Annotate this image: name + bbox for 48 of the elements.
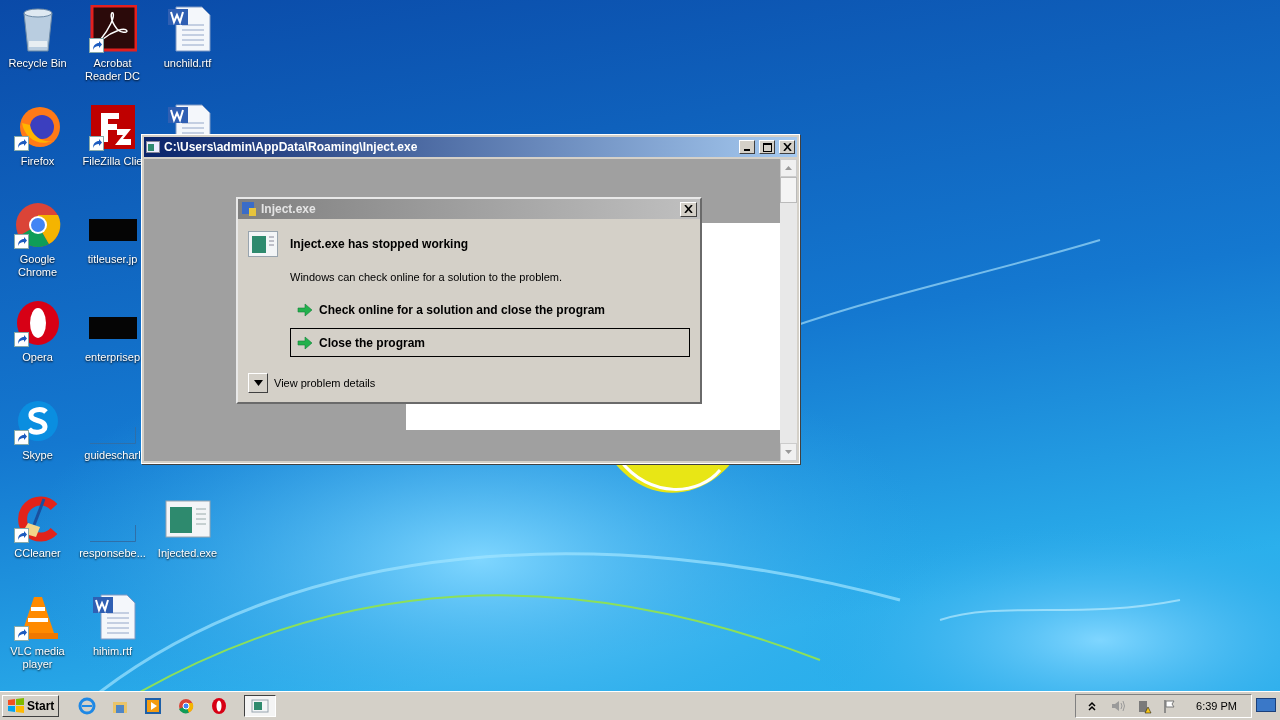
details-label: View problem details <box>274 377 376 389</box>
windows-flag-icon <box>7 698 25 714</box>
dialog-message: Windows can check online for a solution to the problem. <box>290 271 564 283</box>
clock[interactable]: 6:39 PM <box>1196 700 1237 712</box>
maximize-icon <box>762 142 772 152</box>
vertical-scrollbar[interactable] <box>780 159 797 461</box>
icon-label: hihim.rtf <box>91 645 134 658</box>
triangle-down-icon <box>253 380 263 386</box>
scroll-thumb[interactable] <box>780 177 797 203</box>
icon-label: guidescharl <box>83 449 142 462</box>
minimize-button[interactable] <box>739 140 755 154</box>
scroll-up-icon <box>785 166 792 170</box>
program-window-icon <box>248 231 278 257</box>
icon-label: FileZilla Clie <box>81 155 144 168</box>
icon-label: CCleaner <box>13 547 62 560</box>
taskbar-button[interactable] <box>244 695 277 717</box>
icon-label: titleuser.jp <box>86 253 139 266</box>
scroll-down-icon <box>785 450 792 454</box>
icon-label: unchild.rtf <box>162 57 213 70</box>
close-button[interactable] <box>680 201 697 217</box>
icon-label: enterprisep <box>83 351 141 364</box>
window-title: C:\Users\admin\AppData\Roaming\Inject.exe <box>164 140 419 154</box>
icon-label: VLC media player <box>9 645 66 671</box>
close-button[interactable] <box>779 140 795 154</box>
close-icon <box>782 143 792 151</box>
program-shield-icon <box>241 201 257 217</box>
monitor-icon <box>1256 698 1276 712</box>
dialog-title: Inject.exe <box>261 202 317 216</box>
program-window-icon <box>251 697 270 715</box>
command-link[interactable]: Check online for a solution and close the program <box>290 295 690 324</box>
details-toggle-button[interactable] <box>248 373 268 393</box>
command-link[interactable]: Close the program <box>290 328 690 357</box>
arrow-right-icon <box>297 302 313 317</box>
icon-label: Opera <box>21 351 54 364</box>
icon-label: responsebe... <box>78 547 147 560</box>
icon-label: Acrobat Reader DC <box>84 57 141 83</box>
dialog-heading: Inject.exe has stopped working <box>290 237 469 251</box>
icon-label: Google Chrome <box>16 253 59 279</box>
icon-label: Injected.exe <box>156 547 219 560</box>
show-desktop-button[interactable] <box>1256 698 1278 714</box>
icon-label: Recycle Bin <box>7 57 68 70</box>
arrow-right-icon <box>297 335 313 350</box>
icon-label: Firefox <box>19 155 56 168</box>
start-button[interactable]: Start <box>2 695 60 717</box>
program-window-icon <box>146 141 160 153</box>
icon-label: Skype <box>21 449 54 462</box>
maximize-button[interactable] <box>759 140 775 154</box>
close-icon <box>684 205 693 213</box>
